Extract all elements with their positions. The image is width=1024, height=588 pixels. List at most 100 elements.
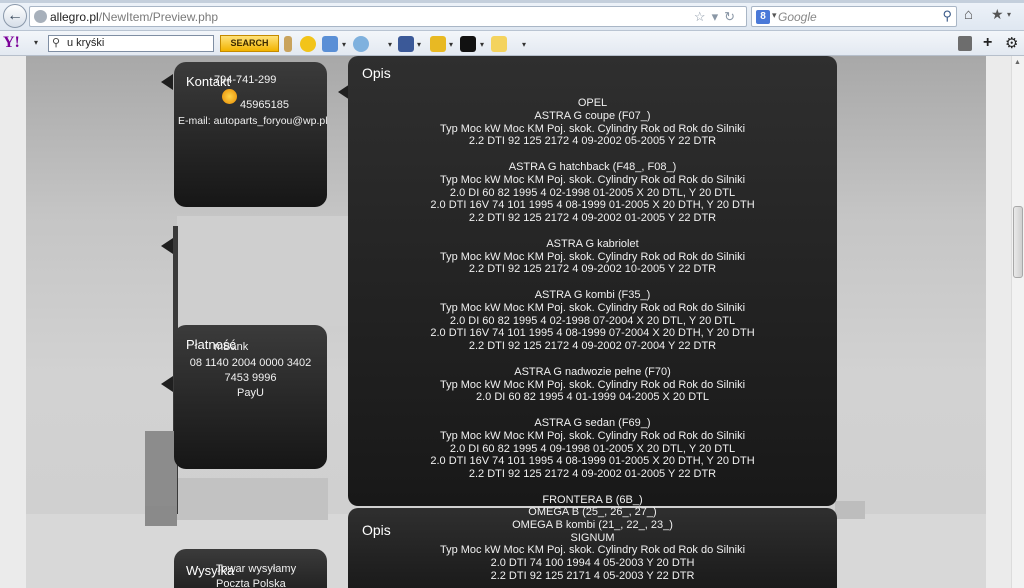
yahoo-logo-icon[interactable]: Y!: [3, 34, 20, 52]
plus-icon[interactable]: +: [983, 34, 992, 52]
description-panel: Opis OPEL ASTRA G coupe (F07_) Typ Moc kW …: [348, 56, 837, 506]
description-line: 2.0 DTI 16V 74 101 1995 4 08-1999 07-200…: [430, 327, 755, 340]
page-viewport: Kontakt 794-741-299 45965185 E-mail: aut…: [0, 56, 1011, 588]
description-line: Typ Moc kW Moc KM Poj. skok. Cylindry Ro…: [439, 429, 746, 442]
description-text-2: OMEGA B (25_, 26_, 27_) OMEGA B kombi (21…: [348, 506, 837, 583]
smiley-icon[interactable]: [300, 36, 316, 52]
back-arrow-icon[interactable]: ←: [3, 4, 27, 28]
description-line: ASTRA G coupe (F07_): [534, 109, 651, 122]
chevron-down-icon[interactable]: ▾: [34, 38, 38, 47]
description-panel-2: Opis OMEGA B (25_, 26_, 27_) OMEGA B komb…: [348, 506, 837, 588]
description-line: FRONTERA B (6B_): [542, 493, 643, 506]
description-line: ASTRA G sedan (F69_): [534, 416, 651, 429]
description-line: [348, 225, 837, 238]
description-line: 2.0 DI 60 82 1995 4 01-1999 04-2005 X 20…: [475, 391, 709, 404]
shipping-line2: Poczta Polska: [216, 578, 286, 588]
description-line: 2.2 DTI 92 125 2171 4 05-2003 Y 22 DTR: [490, 569, 695, 582]
decorative-strip: [145, 506, 177, 526]
scrollbar-thumb[interactable]: [1013, 206, 1023, 278]
search-button[interactable]: SEARCH: [220, 35, 279, 52]
address-bar[interactable]: allegro.pl/NewItem/Preview.php ☆▾↻: [29, 6, 747, 27]
bookmark-star-icon[interactable]: ★: [991, 6, 1004, 23]
contact-card: Kontakt 794-741-299 45965185 E-mail: aut…: [174, 62, 328, 207]
chevron-down-icon[interactable]: ▾: [772, 10, 777, 21]
description-line: Typ Moc kW Moc KM Poj. skok. Cylindry Ro…: [439, 378, 746, 391]
description-line: 2.0 DTI 16V 74 101 1995 4 08-1999 01-200…: [430, 455, 755, 468]
payment-bank: mBank: [214, 341, 249, 353]
decorative-panel: [177, 216, 350, 326]
chevron-down-icon[interactable]: ▾: [522, 40, 526, 49]
description-line: 2.0 DI 60 82 1995 4 09-1998 01-2005 X 20…: [449, 442, 736, 455]
games-icon[interactable]: [430, 36, 446, 52]
url-bar-icons[interactable]: ☆▾↻: [694, 9, 741, 25]
description-line: 2.2 DTI 92 125 2172 4 09-2002 05-2005 Y …: [468, 135, 717, 148]
chevron-down-icon[interactable]: ▾: [342, 40, 346, 49]
description-heading: Opis: [362, 65, 391, 81]
description-line: [348, 148, 837, 161]
url-path: /NewItem/Preview.php: [98, 10, 219, 24]
puzzle-icon[interactable]: [491, 36, 507, 52]
chevron-down-icon[interactable]: ▾: [480, 40, 484, 49]
description-line: Typ Moc kW Moc KM Poj. skok. Cylindry Ro…: [439, 122, 746, 135]
browser-navigation-bar: ← allegro.pl/NewItem/Preview.php ☆▾↻ 8 ▾…: [0, 0, 1024, 31]
description-line: ASTRA G kabriolet: [546, 237, 639, 250]
contact-phone: 794-741-299: [214, 74, 277, 86]
tab-strip: [0, 0, 1024, 3]
shipping-line1: Towar wysyłamy: [216, 563, 297, 575]
payment-payu: PayU: [237, 387, 264, 399]
scroll-up-icon[interactable]: ▲: [1014, 59, 1021, 66]
chevron-down-icon[interactable]: ▾: [1007, 10, 1011, 19]
description-line: OPEL: [577, 97, 608, 109]
chevron-down-icon[interactable]: ▾: [388, 40, 392, 49]
search-icon[interactable]: ⚲: [942, 8, 952, 24]
description-line: 2.0 DTI 74 100 1994 4 05-2003 Y 20 DTH: [490, 557, 695, 570]
description-line: 2.0 DI 60 82 1995 4 02-1998 07-2004 X 20…: [449, 314, 736, 327]
chevron-down-icon[interactable]: ▾: [417, 40, 421, 49]
contact-gg-number: 45965185: [240, 99, 289, 111]
weather-icon[interactable]: [353, 36, 369, 52]
ebay-icon[interactable]: [460, 36, 476, 52]
gg-sun-icon: [222, 89, 237, 104]
url-domain: allegro.pl: [50, 10, 99, 24]
payment-account-line2: 7453 9996: [224, 372, 277, 384]
vertical-scrollbar[interactable]: ▲: [1011, 56, 1024, 588]
payment-card: Płatność mBank 08 1140 2004 0000 3402 74…: [174, 325, 327, 469]
payment-account-line1: 08 1140 2004 0000 3402: [189, 357, 312, 369]
gear-icon[interactable]: ⚙: [1005, 34, 1018, 52]
description-line: [348, 404, 837, 417]
search-icon: ⚲: [52, 37, 61, 49]
description-line: 2.2 DTI 92 125 2172 4 09-2002 01-2005 Y …: [468, 468, 717, 481]
globe-icon: [34, 10, 47, 23]
description-line: Typ Moc kW Moc KM Poj. skok. Cylindry Ro…: [439, 173, 746, 186]
description-line: 2.2 DTI 92 125 2172 4 09-2002 01-2005 Y …: [468, 212, 717, 225]
yahoo-search-input[interactable]: ⚲ u kryśki: [48, 35, 214, 52]
url-text: allegro.pl/NewItem/Preview.php: [50, 10, 218, 24]
description-line: ASTRA G nadwozie pełne (F70): [514, 365, 671, 378]
description-line: Typ Moc kW Moc KM Poj. skok. Cylindry Ro…: [439, 544, 746, 557]
search-value: u kryśki: [67, 37, 105, 49]
pointer-arrow: [161, 376, 173, 392]
search-engine-box[interactable]: 8 ▾ Google ⚲: [751, 6, 957, 27]
description-line: 2.2 DTI 92 125 2172 4 09-2002 10-2005 Y …: [468, 263, 717, 276]
chevron-down-icon[interactable]: ▾: [449, 40, 453, 49]
description-line: 2.2 DTI 92 125 2172 4 09-2002 07-2004 Y …: [468, 340, 717, 353]
menu-icon[interactable]: [958, 36, 972, 51]
mail-icon[interactable]: [322, 36, 338, 52]
description-line: [348, 481, 837, 494]
decorative-panel: [177, 478, 328, 520]
description-line: 2.0 DTI 16V 74 101 1995 4 08-1999 01-200…: [430, 199, 755, 212]
contact-email[interactable]: E-mail: autoparts_foryou@wp.pl: [178, 115, 328, 127]
pointer-arrow: [161, 238, 173, 254]
home-icon[interactable]: ⌂: [964, 6, 973, 23]
search-engine-placeholder: Google: [778, 10, 817, 24]
description-line: 2.0 DI 60 82 1995 4 02-1998 01-2005 X 20…: [449, 186, 736, 199]
shipping-card: Wysyłka Towar wysyłamy Poczta Polska: [174, 549, 327, 588]
facebook-icon[interactable]: [398, 36, 414, 52]
pin-icon[interactable]: [284, 36, 292, 52]
description-line: OMEGA B kombi (21_, 22_, 23_): [512, 518, 673, 531]
description-line: [348, 276, 837, 289]
google-engine-icon[interactable]: 8: [756, 10, 770, 24]
yahoo-toolbar: Y! ▾ ⚲ u kryśki SEARCH ▾ ▾ ▾ ▾ ▾ ▾ + ⚙: [0, 31, 1024, 56]
pointer-arrow: [161, 74, 173, 90]
description-text: OPEL ASTRA G coupe (F07_) Typ Moc kW Moc K…: [348, 97, 837, 507]
